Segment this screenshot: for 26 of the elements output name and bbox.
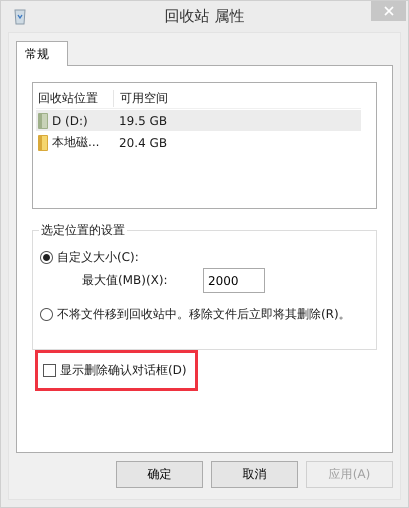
close-icon [384, 6, 394, 16]
option-label: 自定义大小(C): [57, 248, 139, 266]
free-space: 19.5 GB [118, 114, 168, 128]
window-title: 回收站 属性 [164, 6, 246, 26]
checkbox[interactable] [43, 364, 56, 377]
location-list[interactable]: 回收站位置 可用空间 D (D:) 19.5 GB 本地磁... 20.4 GB [32, 82, 377, 209]
dialog-button[interactable]: 确定 [116, 461, 203, 488]
free-space: 20.4 GB [118, 136, 168, 150]
option-label: 不将文件移到回收站中。移除文件后立即将其删除(R)。 [57, 306, 351, 322]
column-header[interactable]: 可用空间 [114, 90, 168, 106]
location-name: 本地磁... [52, 134, 100, 151]
group-title: 选定位置的设置 [39, 222, 127, 239]
radio-button[interactable] [40, 250, 53, 264]
checkbox-label: 显示删除确认对话框(D) [60, 362, 187, 379]
list-row[interactable]: 本地磁... 20.4 GB [36, 132, 361, 153]
radio-button[interactable] [40, 308, 53, 320]
recycle-bin-icon [13, 7, 27, 25]
drive-icon [38, 112, 48, 128]
input-field[interactable]: 2000 [203, 268, 265, 293]
field-label: 最大值(MB)(X): [82, 272, 169, 289]
tab[interactable]: 常规 [16, 41, 68, 66]
location-name: D (D:) [52, 114, 88, 128]
column-header[interactable]: 回收站位置 [36, 90, 114, 106]
dialog-button[interactable]: 取消 [211, 461, 298, 488]
folder-icon [38, 134, 48, 150]
selected-row[interactable]: D (D:) 19.5 GB [36, 110, 361, 131]
